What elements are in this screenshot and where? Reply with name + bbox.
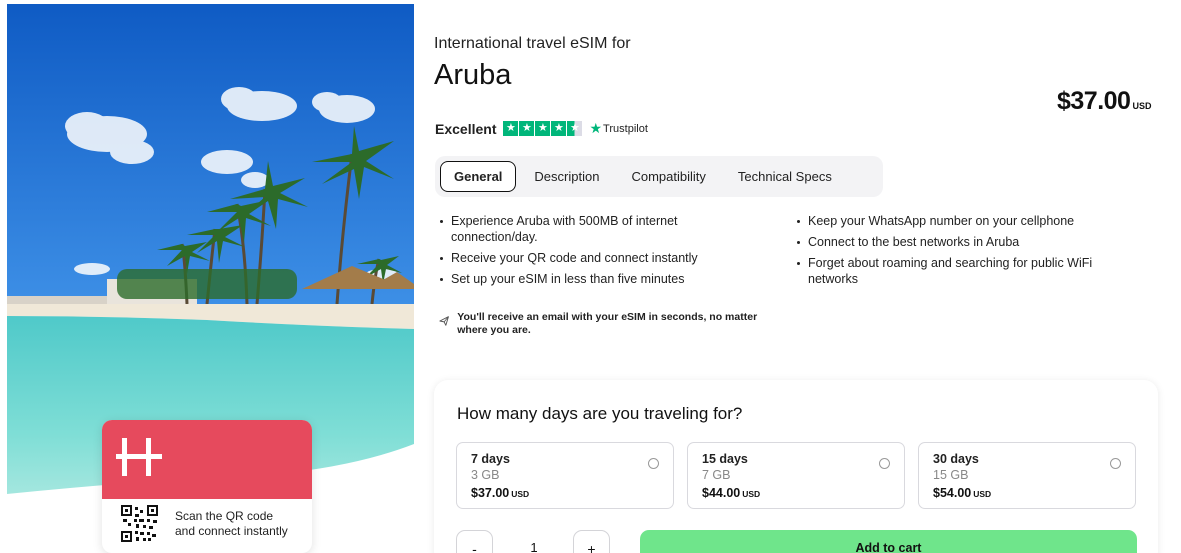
card-header	[102, 420, 312, 499]
info-tabs: General Description Compatibility Techni…	[435, 156, 883, 197]
trustpilot-star-icon: ★	[589, 120, 603, 136]
tab-description[interactable]: Description	[520, 161, 613, 192]
feature-item: Connect to the best networks in Aruba	[797, 234, 1117, 250]
plan-price-currency: USD	[511, 489, 530, 499]
plan-days: 30 days	[933, 452, 979, 466]
plan-data: 3 GB	[471, 468, 500, 482]
plan-days: 7 days	[471, 452, 510, 466]
plan-data: 15 GB	[933, 468, 969, 482]
plan-price-currency: USD	[973, 489, 992, 499]
plan-option-15-days[interactable]: 15 days 7 GB $44.00 USD	[687, 442, 905, 509]
feature-item: Keep your WhatsApp number on your cellph…	[797, 213, 1117, 229]
feature-item: Receive your QR code and connect instant…	[440, 250, 740, 266]
qr-promo-card: Scan the QR code and connect instantly	[102, 420, 312, 553]
star-icon: ★	[519, 121, 535, 136]
plan-days: 15 days	[702, 452, 748, 466]
trustpilot-logo: ★ Trustpilot	[589, 120, 647, 137]
plan-option-30-days[interactable]: 30 days 15 GB $54.00 USD	[918, 442, 1136, 509]
feature-item: Forget about roaming and searching for p…	[797, 255, 1117, 287]
email-notice: You'll receive an email with your eSIM i…	[439, 311, 779, 337]
trustpilot-rating[interactable]: Excellent ★ ★ ★ ★ ★ ★ Trustpilot	[435, 120, 648, 137]
quantity-decrease-button[interactable]: -	[456, 530, 493, 553]
tab-general[interactable]: General	[440, 161, 517, 192]
rating-label: Excellent	[435, 120, 497, 137]
star-icon: ★	[503, 121, 519, 136]
product-subtitle: International travel eSIM for	[434, 35, 631, 52]
radio-button[interactable]	[1110, 458, 1121, 469]
plan-price: $37.00 USD	[471, 486, 673, 500]
qr-code-icon	[121, 505, 158, 542]
feature-item: Experience Aruba with 500MB of internet …	[440, 213, 740, 245]
trustpilot-name: Trustpilot	[603, 122, 648, 135]
radio-button[interactable]	[648, 458, 659, 469]
plan-option-7-days[interactable]: 7 days 3 GB $37.00 USD	[456, 442, 674, 509]
plan-selector-panel: How many days are you traveling for? 7 d…	[434, 380, 1158, 553]
features-right-list: Keep your WhatsApp number on your cellph…	[797, 213, 1117, 292]
product-title: Aruba	[434, 59, 512, 91]
features-left-list: Experience Aruba with 500MB of internet …	[440, 213, 740, 292]
plan-price-value: $44.00	[702, 486, 741, 500]
paper-plane-icon	[439, 316, 449, 326]
half-star-icon: ★	[567, 121, 583, 136]
plan-price-currency: USD	[742, 489, 761, 499]
plan-price: $54.00 USD	[933, 486, 1135, 500]
plan-price: $44.00 USD	[702, 486, 904, 500]
tab-technical-specs[interactable]: Technical Specs	[724, 161, 846, 192]
tab-compatibility[interactable]: Compatibility	[617, 161, 719, 192]
card-caption: Scan the QR code and connect instantly	[175, 509, 288, 538]
feature-item: Set up your eSIM in less than five minut…	[440, 271, 740, 287]
price-value: $37.00	[1057, 87, 1131, 115]
rating-stars: ★ ★ ★ ★ ★	[503, 121, 583, 136]
radio-button[interactable]	[879, 458, 890, 469]
quantity-increase-button[interactable]: +	[573, 530, 610, 553]
price-currency: USD	[1132, 101, 1152, 111]
plan-price-value: $54.00	[933, 486, 972, 500]
card-body: Scan the QR code and connect instantly	[102, 499, 312, 542]
brand-logo-icon	[116, 438, 162, 476]
days-question: How many days are you traveling for?	[457, 404, 743, 423]
star-icon: ★	[551, 121, 567, 136]
hero-image: Scan the QR code and connect instantly	[7, 4, 414, 553]
notice-text: You'll receive an email with your eSIM i…	[457, 311, 758, 336]
star-icon: ★	[535, 121, 551, 136]
quantity-value: 1	[530, 540, 538, 553]
plan-data: 7 GB	[702, 468, 731, 482]
product-price: $37.00 USD	[1057, 87, 1151, 116]
add-to-cart-button[interactable]: Add to cart	[640, 530, 1137, 553]
plan-price-value: $37.00	[471, 486, 510, 500]
